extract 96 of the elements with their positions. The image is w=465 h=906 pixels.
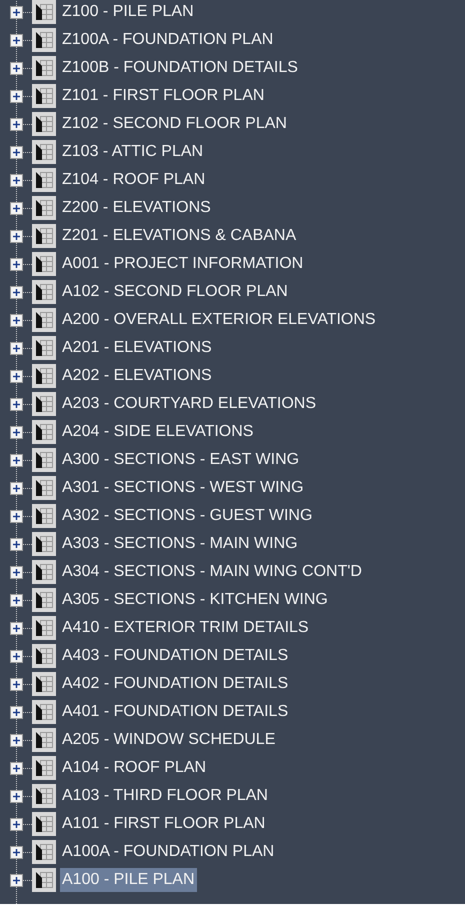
- sheet-icon: [32, 532, 56, 556]
- sheet-icon: [32, 140, 56, 164]
- sheet-icon: [32, 700, 56, 724]
- sheet-label[interactable]: A201 - ELEVATIONS: [60, 336, 214, 360]
- sheet-label[interactable]: Z100A - FOUNDATION PLAN: [60, 28, 276, 52]
- expand-toggle[interactable]: [10, 706, 23, 718]
- sheet-icon: [32, 280, 56, 304]
- expand-toggle[interactable]: [10, 342, 23, 354]
- sheet-label[interactable]: A301 - SECTIONS - WEST WING: [60, 476, 306, 500]
- sheet-label[interactable]: A205 - WINDOW SCHEDULE: [60, 728, 278, 752]
- expand-toggle[interactable]: [10, 678, 23, 690]
- expand-toggle[interactable]: [10, 650, 23, 662]
- expand-toggle[interactable]: [10, 286, 23, 298]
- sheet-label[interactable]: A101 - FIRST FLOOR PLAN: [60, 812, 268, 836]
- sheet-icon: [32, 28, 56, 52]
- sheet-icon: [32, 336, 56, 360]
- sheet-label[interactable]: A001 - PROJECT INFORMATION: [60, 252, 306, 276]
- expand-toggle[interactable]: [10, 622, 23, 634]
- sheet-label[interactable]: Z200 - ELEVATIONS: [60, 196, 213, 220]
- sheet-label[interactable]: A304 - SECTIONS - MAIN WING CONT'D: [60, 560, 364, 584]
- expand-toggle[interactable]: [10, 762, 23, 774]
- expand-toggle[interactable]: [10, 594, 23, 606]
- sheet-icon: [32, 392, 56, 416]
- expand-toggle[interactable]: [10, 426, 23, 438]
- sheet-label[interactable]: A302 - SECTIONS - GUEST WING: [60, 504, 314, 528]
- sheet-label[interactable]: A403 - FOUNDATION DETAILS: [60, 644, 290, 668]
- sheet-label[interactable]: Z201 - ELEVATIONS & CABANA: [60, 224, 298, 248]
- sheet-icon: [32, 0, 56, 24]
- expand-toggle[interactable]: [10, 818, 23, 830]
- sheet-icon: [32, 868, 56, 892]
- expand-toggle[interactable]: [10, 174, 23, 186]
- sheet-icon: [32, 756, 56, 780]
- sheet-icon: [32, 504, 56, 528]
- expand-toggle[interactable]: [10, 370, 23, 382]
- sheet-icon: [32, 588, 56, 612]
- sheet-icon: [32, 784, 56, 808]
- sheet-icon: [32, 112, 56, 136]
- sheet-label[interactable]: A305 - SECTIONS - KITCHEN WING: [60, 588, 330, 612]
- sheet-label[interactable]: Z104 - ROOF PLAN: [60, 168, 208, 192]
- expand-toggle[interactable]: [10, 230, 23, 242]
- expand-toggle[interactable]: [10, 118, 23, 130]
- sheet-label[interactable]: A303 - SECTIONS - MAIN WING: [60, 532, 300, 556]
- sheet-icon: [32, 812, 56, 836]
- expand-toggle[interactable]: [10, 34, 23, 46]
- sheet-icon: [32, 728, 56, 752]
- sheet-label[interactable]: Z103 - ATTIC PLAN: [60, 140, 206, 164]
- expand-toggle[interactable]: [10, 482, 23, 494]
- expand-toggle[interactable]: [10, 510, 23, 522]
- sheet-label[interactable]: A100A - FOUNDATION PLAN: [60, 840, 276, 864]
- sheet-label[interactable]: A410 - EXTERIOR TRIM DETAILS: [60, 616, 311, 640]
- sheet-icon: [32, 196, 56, 220]
- sheet-label[interactable]: Z100 - PILE PLAN: [60, 0, 196, 24]
- sheet-label[interactable]: Z102 - SECOND FLOOR PLAN: [60, 112, 289, 136]
- sheet-icon: [32, 84, 56, 108]
- expand-toggle[interactable]: [10, 566, 23, 578]
- sheet-label[interactable]: A300 - SECTIONS - EAST WING: [60, 448, 302, 472]
- sheet-icon: [32, 252, 56, 276]
- sheet-label[interactable]: A203 - COURTYARD ELEVATIONS: [60, 392, 318, 416]
- expand-toggle[interactable]: [10, 202, 23, 214]
- sheet-icon: [32, 616, 56, 640]
- expand-toggle[interactable]: [10, 398, 23, 410]
- expand-toggle[interactable]: [10, 874, 23, 886]
- expand-toggle[interactable]: [10, 6, 23, 18]
- sheet-icon: [32, 448, 56, 472]
- sheet-icon: [32, 644, 56, 668]
- expand-toggle[interactable]: [10, 454, 23, 466]
- sheet-icon: [32, 672, 56, 696]
- sheet-icon: [32, 168, 56, 192]
- expand-toggle[interactable]: [10, 258, 23, 270]
- sheet-label[interactable]: A202 - ELEVATIONS: [60, 364, 214, 388]
- sheet-label[interactable]: A100 - PILE PLAN: [60, 868, 197, 892]
- sheet-label[interactable]: A103 - THIRD FLOOR PLAN: [60, 784, 270, 808]
- sheet-icon: [32, 476, 56, 500]
- sheet-label[interactable]: A401 - FOUNDATION DETAILS: [60, 700, 290, 724]
- expand-toggle[interactable]: [10, 734, 23, 746]
- expand-toggle[interactable]: [10, 846, 23, 858]
- expand-toggle[interactable]: [10, 62, 23, 74]
- sheet-icon: [32, 560, 56, 584]
- sheet-icon: [32, 308, 56, 332]
- sheet-icon: [32, 420, 56, 444]
- expand-toggle[interactable]: [10, 790, 23, 802]
- expand-toggle[interactable]: [10, 538, 23, 550]
- sheet-label[interactable]: Z101 - FIRST FLOOR PLAN: [60, 84, 266, 108]
- sheet-icon: [32, 364, 56, 388]
- expand-toggle[interactable]: [10, 314, 23, 326]
- sheet-label[interactable]: Z100B - FOUNDATION DETAILS: [60, 56, 300, 80]
- expand-toggle[interactable]: [10, 146, 23, 158]
- sheet-label[interactable]: A104 - ROOF PLAN: [60, 756, 208, 780]
- sheet-icon: [32, 840, 56, 864]
- expand-toggle[interactable]: [10, 90, 23, 102]
- sheet-label[interactable]: A204 - SIDE ELEVATIONS: [60, 420, 256, 444]
- sheet-label[interactable]: A102 - SECOND FLOOR PLAN: [60, 280, 290, 304]
- sheet-icon: [32, 56, 56, 80]
- sheet-label[interactable]: A402 - FOUNDATION DETAILS: [60, 672, 290, 696]
- sheet-icon: [32, 224, 56, 248]
- sheet-label[interactable]: A200 - OVERALL EXTERIOR ELEVATIONS: [60, 308, 378, 332]
